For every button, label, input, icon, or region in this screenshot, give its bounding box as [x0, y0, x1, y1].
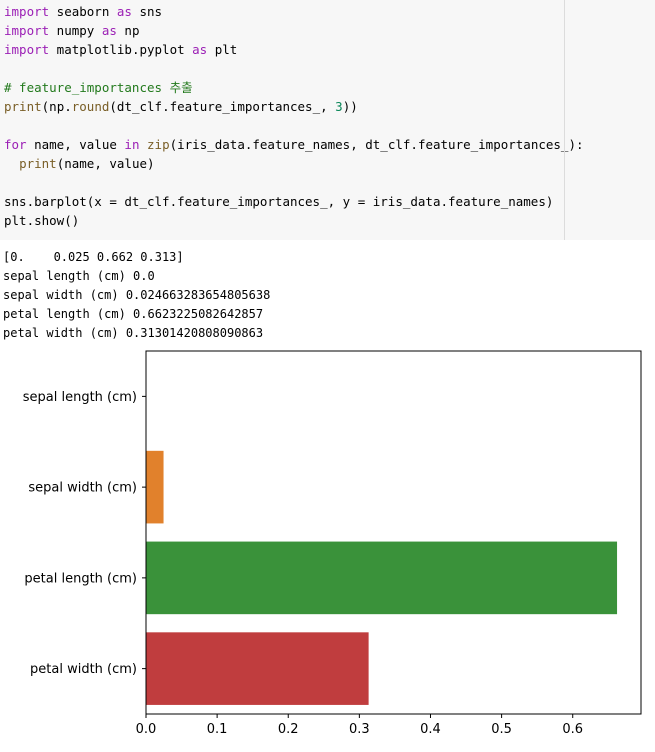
code-token: for [4, 137, 27, 152]
code-editor[interactable]: import seaborn as sns import numpy as np i… [4, 2, 584, 230]
code-cell[interactable]: import seaborn as sns import numpy as np i… [0, 0, 655, 240]
code-token: np [116, 23, 140, 38]
output-line: sepal width (cm) 0.024663283654805638 [3, 288, 271, 302]
code-line: print(name, value) [4, 154, 584, 173]
code-line: import seaborn as sns [4, 2, 584, 21]
cell-scrollbar[interactable] [564, 0, 565, 240]
code-line: import numpy as np [4, 21, 584, 40]
output-line: sepal length (cm) 0.0 [3, 269, 155, 283]
bar [146, 450, 164, 524]
x-tick-label: 0.5 [491, 722, 512, 737]
code-line: # feature_importances 추출 [4, 78, 584, 97]
code-token: (dt_clf.feature_importances_, [109, 99, 336, 114]
code-token: (iris_data.feature_names, dt_clf.feature… [169, 137, 584, 152]
code-token: seaborn [49, 4, 117, 19]
cell-output-text: [0. 0.025 0.662 0.313] sepal length (cm) … [3, 248, 270, 343]
output-line: [0. 0.025 0.662 0.313] [3, 250, 184, 264]
bar [146, 632, 369, 705]
code-token: zip [147, 137, 170, 152]
code-token: print [4, 99, 42, 114]
y-tick-label: sepal width (cm) [28, 481, 137, 496]
bar [146, 541, 618, 615]
code-token: (name, value) [56, 156, 155, 171]
code-token: 3 [335, 99, 343, 114]
code-token: plt [207, 42, 238, 57]
code-token: round [71, 99, 110, 114]
feature-importance-bar-chart: sepal length (cm) sepal width (cm) petal l… [23, 350, 642, 737]
code-token: as [101, 23, 117, 38]
code-token: (np. [41, 99, 72, 114]
code-token: import [4, 42, 50, 57]
code-token: as [192, 42, 208, 57]
x-tick-label: 0.0 [136, 722, 157, 737]
output-line: petal length (cm) 0.6623225082642857 [3, 307, 264, 321]
code-token: )) [342, 99, 358, 114]
y-tick-label: petal width (cm) [30, 662, 137, 677]
code-token: matplotlib.pyplot [49, 42, 193, 57]
code-line: import matplotlib.pyplot as plt [4, 40, 584, 59]
code-token: # feature_importances 추출 [4, 80, 193, 95]
code-token: plt.show() [4, 213, 80, 228]
code-line: sns.barplot(x = dt_clf.feature_importanc… [4, 192, 584, 211]
code-token: numpy [49, 23, 102, 38]
code-token: as [116, 4, 132, 19]
x-tick-label: 0.1 [207, 722, 228, 737]
x-tick-label: 0.2 [278, 722, 299, 737]
y-tick-label: sepal length (cm) [23, 390, 137, 405]
x-tick-label: 0.6 [562, 722, 583, 737]
code-token: name, value [26, 137, 125, 152]
code-line: print(np.round(dt_clf.feature_importance… [4, 97, 584, 116]
code-line: plt.show() [4, 211, 584, 230]
y-tick-label: petal length (cm) [24, 571, 137, 586]
code-token: import [4, 23, 50, 38]
code-line: for name, value in zip(iris_data.feature… [4, 135, 584, 154]
code-token: sns.barplot(x = dt_clf.feature_importanc… [4, 194, 554, 209]
code-token: import [4, 4, 50, 19]
x-tick-label: 0.4 [420, 722, 441, 737]
code-token: in [124, 137, 140, 152]
x-tick-label: 0.3 [349, 722, 370, 737]
code-token: sns [131, 4, 163, 19]
code-token: print [19, 156, 57, 171]
